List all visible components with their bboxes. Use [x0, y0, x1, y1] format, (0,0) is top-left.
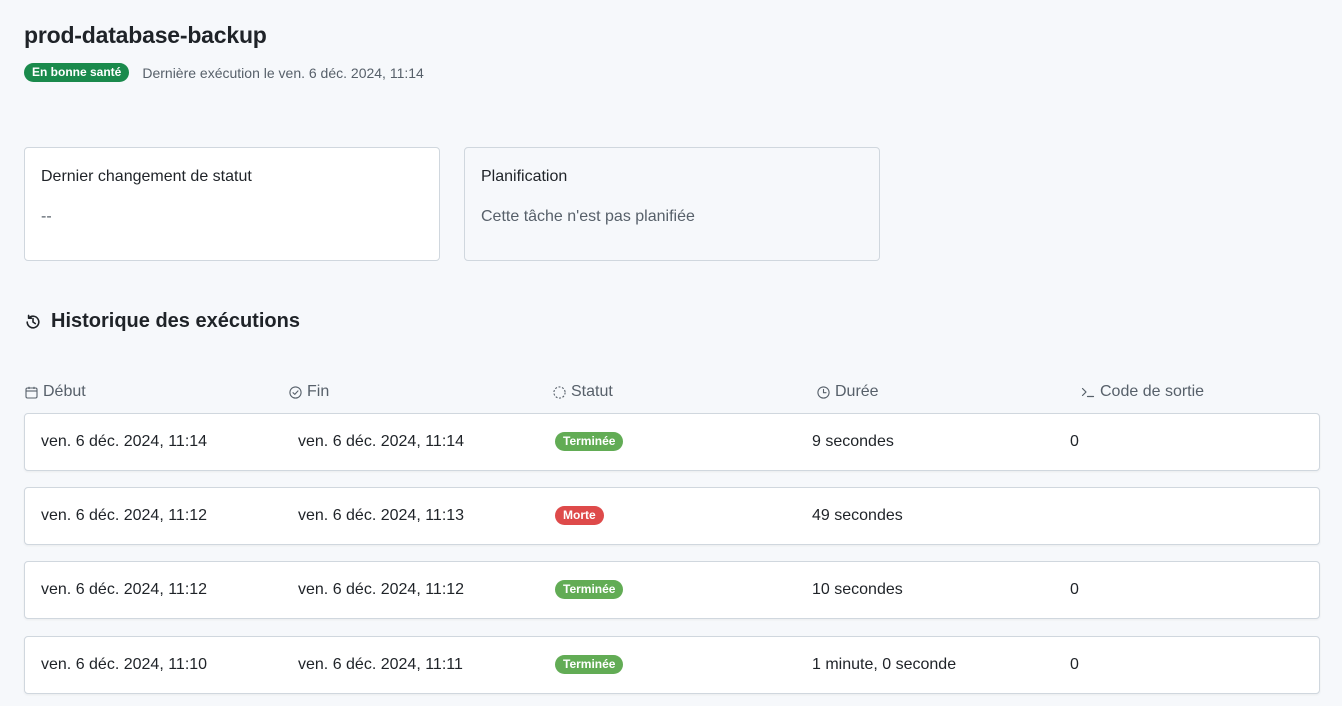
cell-status: Terminée — [555, 432, 624, 452]
dashed-circle-icon — [553, 385, 566, 399]
cell-duration: 10 secondes — [812, 581, 903, 598]
column-header-end[interactable]: Fin — [289, 383, 329, 401]
status-change-card: Dernier changement de statut -- — [24, 147, 440, 261]
column-label-start: Début — [43, 383, 86, 400]
status-badge: Morte — [555, 506, 604, 525]
cell-start: ven. 6 déc. 2024, 11:12 — [41, 581, 208, 598]
history-icon — [26, 314, 40, 329]
column-label-status: Statut — [571, 383, 613, 400]
cell-end: ven. 6 déc. 2024, 11:11 — [298, 656, 463, 673]
cell-exit-code: 0 — [1070, 433, 1079, 450]
column-header-duration[interactable]: Durée — [817, 383, 879, 401]
job-detail-page: prod-database-backup En bonne santé Dern… — [0, 0, 1342, 706]
column-header-exit-code[interactable]: Code de sortie — [1081, 383, 1204, 401]
status-badge: Terminée — [555, 580, 624, 599]
cell-exit-code: 0 — [1070, 581, 1079, 598]
cell-start: ven. 6 déc. 2024, 11:12 — [41, 507, 208, 524]
cell-status: Morte — [555, 506, 604, 526]
table-row[interactable]: ven. 6 déc. 2024, 11:12 ven. 6 déc. 2024… — [24, 487, 1320, 545]
table-row[interactable]: ven. 6 déc. 2024, 11:10 ven. 6 déc. 2024… — [24, 636, 1320, 694]
clock-icon — [817, 385, 830, 399]
last-run-text: Dernière exécution le ven. 6 déc. 2024, … — [142, 64, 424, 81]
cell-duration: 1 minute, 0 seconde — [812, 656, 957, 673]
status-change-value: -- — [41, 208, 52, 225]
check-circle-icon — [289, 385, 302, 399]
terminal-icon — [1081, 387, 1095, 397]
job-health-row: En bonne santé Dernière exécution le ven… — [24, 63, 424, 82]
schedule-value: Cette tâche n'est pas planifiée — [481, 208, 695, 225]
cell-end: ven. 6 déc. 2024, 11:12 — [298, 581, 465, 598]
cell-end: ven. 6 déc. 2024, 11:13 — [298, 507, 465, 524]
column-header-status[interactable]: Statut — [553, 383, 613, 401]
status-change-title: Dernier changement de statut — [41, 168, 252, 185]
schedule-card: Planification Cette tâche n'est pas plan… — [464, 147, 880, 261]
column-label-exit-code: Code de sortie — [1100, 383, 1205, 400]
cell-status: Terminée — [555, 655, 624, 675]
history-title: Historique des exécutions — [51, 310, 300, 332]
schedule-title: Planification — [481, 168, 568, 185]
cell-start: ven. 6 déc. 2024, 11:14 — [41, 433, 208, 450]
table-row[interactable]: ven. 6 déc. 2024, 11:14 ven. 6 déc. 2024… — [24, 413, 1320, 471]
cell-duration: 9 secondes — [812, 433, 894, 450]
calendar-icon — [25, 386, 38, 399]
column-label-end: Fin — [307, 383, 330, 400]
column-label-duration: Durée — [835, 383, 879, 400]
health-badge: En bonne santé — [24, 63, 130, 82]
cell-exit-code: 0 — [1070, 656, 1079, 673]
status-badge: Terminée — [555, 432, 624, 451]
table-row[interactable]: ven. 6 déc. 2024, 11:12 ven. 6 déc. 2024… — [24, 561, 1320, 619]
cell-status: Terminée — [555, 580, 624, 600]
column-header-start[interactable]: Début — [25, 383, 86, 401]
history-header: Historique des exécutions — [24, 310, 300, 333]
page-title: prod-database-backup — [24, 22, 267, 48]
status-badge: Terminée — [555, 655, 624, 674]
cell-end: ven. 6 déc. 2024, 11:14 — [298, 433, 465, 450]
cell-duration: 49 secondes — [812, 507, 903, 524]
cell-start: ven. 6 déc. 2024, 11:10 — [41, 656, 208, 673]
